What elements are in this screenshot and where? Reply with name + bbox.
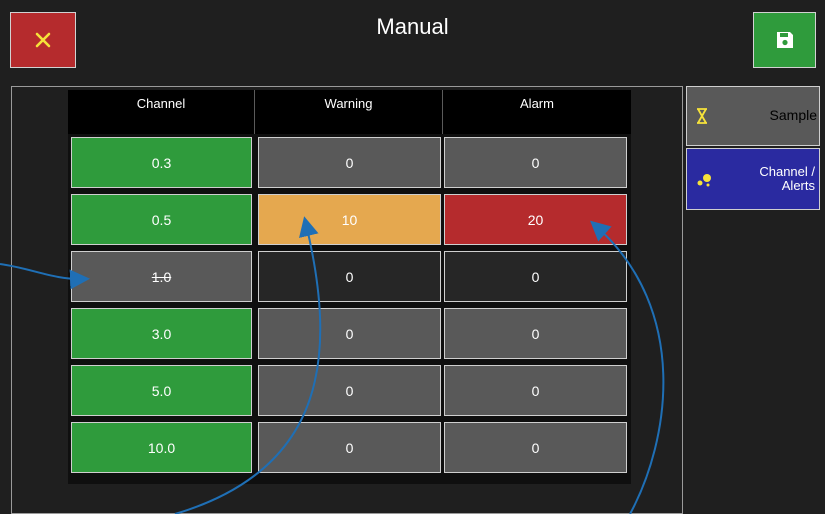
- channel-cell[interactable]: 0.3: [71, 137, 252, 188]
- alarm-cell[interactable]: 0: [444, 422, 627, 473]
- channel-cell[interactable]: 10.0: [71, 422, 252, 473]
- column-header-channel: Channel: [68, 90, 255, 134]
- channel-alerts-label-line2: Alerts: [781, 178, 815, 193]
- channel-cell[interactable]: 0.5: [71, 194, 252, 245]
- manual-screen: Manual Channel Warning Alarm 0.3 0 0 0.5…: [0, 0, 825, 514]
- top-bar: Manual: [0, 0, 825, 80]
- warning-cell[interactable]: 0: [258, 365, 441, 416]
- alarm-cell[interactable]: 0: [444, 251, 627, 302]
- alarm-cell[interactable]: 0: [444, 308, 627, 359]
- sample-button[interactable]: Sample: [686, 86, 820, 146]
- column-header-alarm: Alarm: [443, 90, 631, 134]
- channel-alerts-button[interactable]: Channel / Alerts: [686, 148, 820, 210]
- save-button[interactable]: [753, 12, 816, 68]
- hourglass-icon: [697, 108, 707, 124]
- channel-alerts-table: Channel Warning Alarm 0.3 0 0 0.5 10 20 …: [68, 90, 631, 484]
- alarm-cell[interactable]: 20: [444, 194, 627, 245]
- sample-label: Sample: [769, 107, 817, 123]
- alarm-cell[interactable]: 0: [444, 137, 627, 188]
- channel-alerts-label-line1: Channel /: [759, 164, 815, 179]
- channel-cell-disabled[interactable]: 1.0: [71, 251, 252, 302]
- warning-cell[interactable]: 0: [258, 251, 441, 302]
- warning-cell[interactable]: 0: [258, 137, 441, 188]
- column-header-warning: Warning: [255, 90, 443, 134]
- warning-cell[interactable]: 0: [258, 308, 441, 359]
- channel-cell[interactable]: 5.0: [71, 365, 252, 416]
- alarm-cell[interactable]: 0: [444, 365, 627, 416]
- channel-alerts-label: Channel / Alerts: [759, 165, 815, 193]
- dots-icon: [697, 174, 711, 187]
- save-icon: [776, 32, 793, 48]
- page-title: Manual: [376, 14, 449, 39]
- warning-cell[interactable]: 0: [258, 422, 441, 473]
- channel-cell[interactable]: 3.0: [71, 308, 252, 359]
- warning-cell[interactable]: 10: [258, 194, 441, 245]
